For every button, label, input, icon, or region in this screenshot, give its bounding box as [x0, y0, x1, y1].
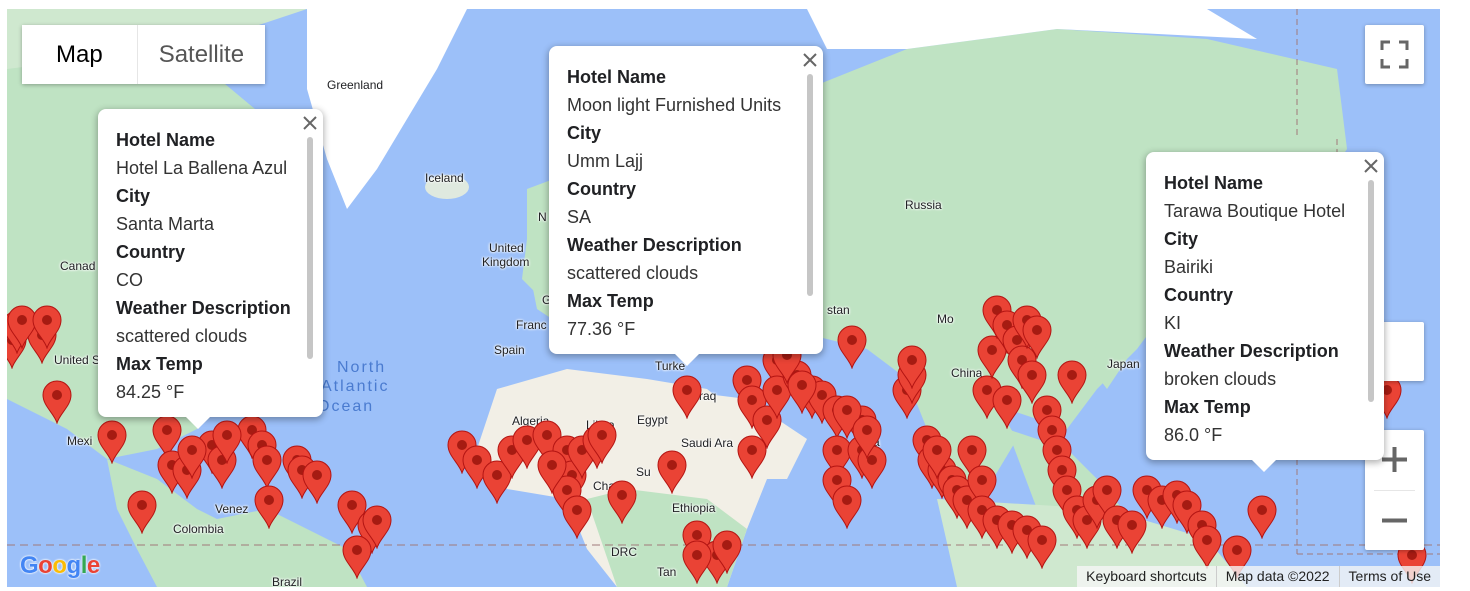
fullscreen-icon	[1380, 40, 1409, 69]
city-value: Santa Marta	[116, 214, 215, 234]
terms-of-use-link[interactable]: Terms of Use	[1338, 566, 1440, 587]
city-label: City	[567, 123, 602, 143]
info-window-tail	[675, 354, 699, 366]
map-pin-icon[interactable]	[126, 490, 158, 534]
map-pin-icon[interactable]	[536, 450, 568, 494]
map-pin-icon[interactable]	[586, 420, 618, 464]
map-pin-icon[interactable]	[251, 445, 283, 489]
map-pin-icon[interactable]	[921, 435, 953, 479]
weather-label: Weather Description	[116, 298, 291, 318]
map-pin-icon[interactable]	[671, 375, 703, 419]
city-value: Bairiki	[1164, 257, 1214, 277]
country-value: CO	[116, 270, 143, 290]
map-pin-icon[interactable]	[681, 540, 713, 584]
city-value: Umm Lajj	[567, 151, 644, 171]
weather-value: broken clouds	[1164, 369, 1277, 389]
map-pin-icon[interactable]	[31, 305, 63, 349]
map-pin-icon[interactable]	[1056, 360, 1088, 404]
hotel-name-value: Hotel La Ballena Azul	[116, 158, 288, 178]
attribution-bar: Keyboard shortcuts Map data ©2022 Terms …	[1077, 566, 1440, 587]
weather-label: Weather Description	[567, 235, 742, 255]
city-label: City	[1164, 229, 1199, 249]
map-data-text: Map data ©2022	[1215, 566, 1339, 587]
map-pin-icon[interactable]	[851, 415, 883, 459]
weather-label: Weather Description	[1164, 341, 1339, 361]
country-value: SA	[567, 207, 592, 227]
country-label: Country	[116, 242, 185, 262]
map-pin-icon[interactable]	[831, 485, 863, 529]
map-pin-icon[interactable]	[176, 435, 208, 479]
map-pin-icon[interactable]	[561, 495, 593, 539]
info-window-santa-marta: Hotel Name Hotel La Ballena Azul City Sa…	[98, 109, 323, 429]
fullscreen-button[interactable]	[1365, 25, 1424, 84]
zoom-out-button[interactable]	[1365, 491, 1424, 550]
country-label: Country	[567, 179, 636, 199]
map-type-control: Map Satellite	[22, 25, 266, 84]
map-pin-icon[interactable]	[361, 505, 393, 549]
info-window-bairiki: Hotel Name Tarawa Boutique Hotel City Ba…	[1146, 152, 1384, 472]
map-pin-icon[interactable]	[786, 370, 818, 414]
map-pin-icon[interactable]	[1026, 525, 1058, 569]
map-pin-icon[interactable]	[96, 420, 128, 464]
map-pin-icon[interactable]	[41, 380, 73, 424]
map-pin-icon[interactable]	[1191, 525, 1223, 569]
minus-icon	[1382, 518, 1407, 523]
keyboard-shortcuts-link[interactable]: Keyboard shortcuts	[1077, 566, 1216, 587]
max-temp-label: Max Temp	[567, 291, 654, 311]
map-pin-icon[interactable]	[253, 485, 285, 529]
max-temp-value: 77.36 °F	[567, 319, 636, 339]
hotel-name-label: Hotel Name	[116, 130, 216, 150]
map-pin-icon[interactable]	[1016, 360, 1048, 404]
country-value: KI	[1164, 313, 1182, 333]
map-pin-icon[interactable]	[606, 480, 638, 524]
info-window-scrollbar[interactable]	[1368, 180, 1374, 402]
close-icon[interactable]	[303, 116, 317, 130]
map-pin-icon[interactable]	[211, 420, 243, 464]
max-temp-value: 86.0 °F	[1164, 425, 1223, 445]
hotel-name-label: Hotel Name	[567, 67, 667, 87]
max-temp-label: Max Temp	[1164, 397, 1251, 417]
close-icon[interactable]	[1364, 159, 1378, 173]
max-temp-label: Max Temp	[116, 354, 203, 374]
map-view-button[interactable]: Map	[22, 25, 137, 84]
close-icon[interactable]	[803, 53, 817, 67]
info-window-tail	[1252, 460, 1276, 472]
hotel-name-value: Tarawa Boutique Hotel	[1164, 201, 1346, 221]
max-temp-value: 84.25 °F	[116, 382, 185, 402]
map-pin-icon[interactable]	[836, 325, 868, 369]
info-window-tail	[186, 417, 210, 429]
map-pin-icon[interactable]	[896, 345, 928, 389]
country-label: Country	[1164, 285, 1233, 305]
hotel-name-value: Moon light Furnished Units	[567, 95, 782, 115]
google-logo[interactable]: Google	[20, 552, 100, 580]
map-pin-icon[interactable]	[711, 530, 743, 574]
map-pin-icon[interactable]	[1246, 495, 1278, 539]
weather-value: scattered clouds	[567, 263, 699, 283]
info-window-umm-lajj: Hotel Name Moon light Furnished Units Ci…	[549, 46, 823, 366]
info-window-scrollbar[interactable]	[807, 74, 813, 296]
info-window-scrollbar[interactable]	[307, 137, 313, 359]
satellite-view-button[interactable]: Satellite	[137, 25, 266, 84]
map-pin-icon[interactable]	[301, 460, 333, 504]
map-pin-icon[interactable]	[1021, 315, 1053, 359]
city-label: City	[116, 186, 151, 206]
map-pin-icon[interactable]	[656, 450, 688, 494]
weather-value: scattered clouds	[116, 326, 248, 346]
hotel-name-label: Hotel Name	[1164, 173, 1264, 193]
